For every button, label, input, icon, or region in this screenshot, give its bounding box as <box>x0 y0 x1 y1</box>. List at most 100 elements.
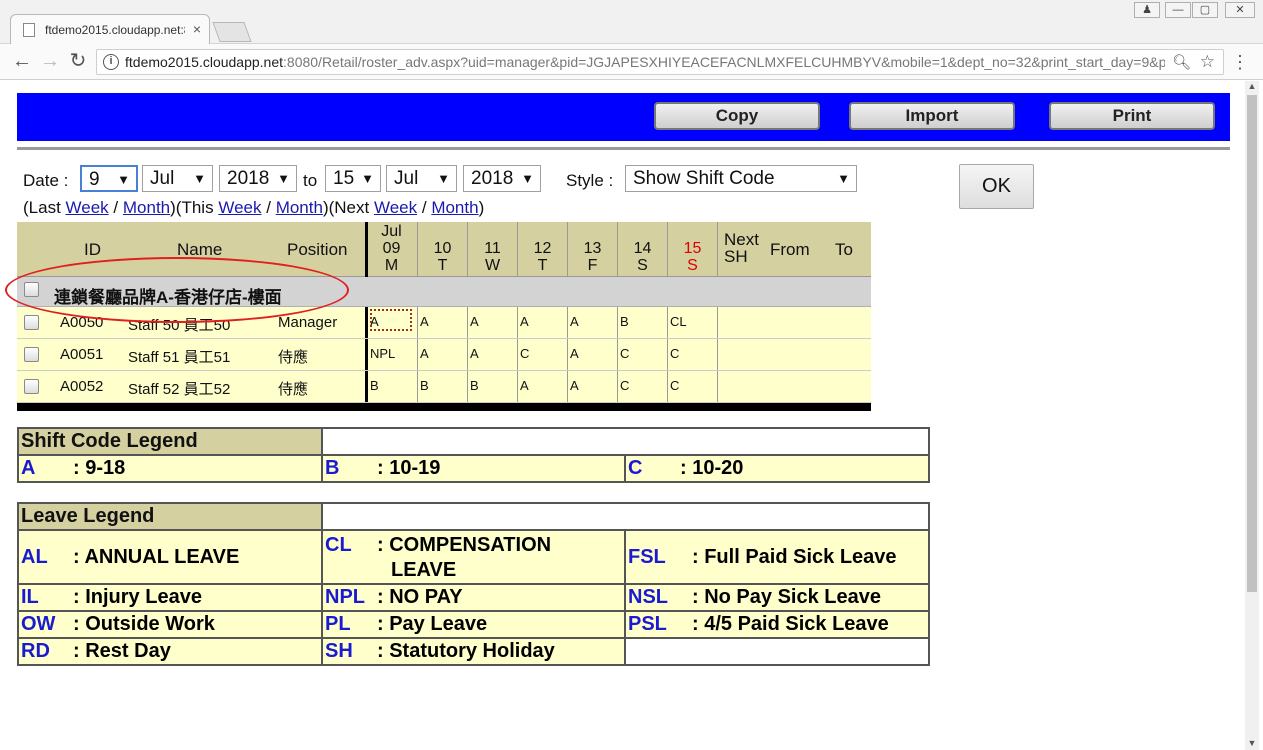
staff-id: A0050 <box>60 314 104 331</box>
new-tab-button[interactable] <box>212 22 252 42</box>
shift-cell[interactable]: A <box>417 339 467 370</box>
info-icon[interactable]: i <box>103 54 119 70</box>
shift-cell[interactable]: A <box>567 339 617 370</box>
row-checkbox[interactable] <box>24 379 39 394</box>
url-text[interactable]: ftdemo2015.cloudapp.net:8080/Retail/rost… <box>125 54 1165 70</box>
row-checkbox[interactable] <box>24 315 39 330</box>
next-sh-cell <box>717 371 871 402</box>
print-button[interactable]: Print <box>1049 102 1215 130</box>
roster-table: ID Name Position Jul 09 M 10 T 11 W 12 T 13 F … <box>17 222 871 411</box>
group-label: 連鎖餐廳品牌A-香港仔店-樓面 <box>54 288 282 307</box>
shift-cell[interactable]: C <box>517 339 567 370</box>
next-week-link[interactable]: Week <box>374 198 417 217</box>
legend-item: RD: Rest Day <box>17 637 323 666</box>
divider <box>17 147 1230 150</box>
shift-cell[interactable]: B <box>365 371 415 402</box>
day-header-2: 11 W <box>467 222 517 277</box>
browser-menu-icon[interactable]: ⋮ <box>1231 52 1249 73</box>
group-row: 連鎖餐廳品牌A-香港仔店-樓面 <box>17 277 871 307</box>
minimize-icon[interactable]: — <box>1165 2 1191 18</box>
shift-code-legend: Shift Code Legend A: 9-18 B: 10-19 C: 10… <box>17 427 930 483</box>
page-viewport: Copy Import Print Date : 9 ▼ Jul ▼ 2018 ▼ t… <box>0 81 1263 750</box>
scroll-up-icon[interactable]: ▲ <box>1245 81 1259 91</box>
scrollbar-thumb[interactable] <box>1247 95 1257 592</box>
next-month-link[interactable]: Month <box>431 198 478 217</box>
roster-header: ID Name Position Jul 09 M 10 T 11 W 12 T 13 F … <box>17 222 871 277</box>
legend-item: PSL: 4/5 Paid Sick Leave <box>624 610 930 639</box>
close-window-icon[interactable]: ✕ <box>1225 2 1255 18</box>
position-header: Position <box>287 240 348 259</box>
vertical-scrollbar[interactable]: ▲ ▼ <box>1245 81 1259 750</box>
profile-icon[interactable]: ♟ <box>1134 2 1160 18</box>
reload-icon[interactable]: ↻ <box>66 50 90 74</box>
start-month-select[interactable]: Jul ▼ <box>142 165 213 192</box>
group-checkbox[interactable] <box>24 282 39 297</box>
action-banner: Copy Import Print <box>17 93 1230 141</box>
ok-button[interactable]: OK <box>959 164 1034 209</box>
shift-cell[interactable]: C <box>667 371 717 402</box>
scroll-down-icon[interactable]: ▼ <box>1245 738 1259 748</box>
forward-arrow-icon[interactable]: → <box>38 50 62 74</box>
shift-cell[interactable]: A <box>467 339 517 370</box>
close-tab-icon[interactable]: × <box>193 21 201 37</box>
shift-cell[interactable]: B <box>617 307 667 338</box>
maximize-icon[interactable]: ▢ <box>1192 2 1218 18</box>
legend-item: C: 10-20 <box>624 454 930 483</box>
zoom-icon[interactable]: 🔍︎ <box>1172 53 1191 71</box>
back-arrow-icon[interactable]: ← <box>10 50 34 74</box>
dropdown-arrow-icon: ▼ <box>193 171 206 186</box>
next-sh-cell <box>717 307 871 338</box>
shift-cell[interactable]: C <box>667 339 717 370</box>
legend-item: NSL: No Pay Sick Leave <box>624 583 930 612</box>
shift-cell[interactable]: CL <box>667 307 717 338</box>
dropdown-arrow-icon: ▼ <box>117 172 130 187</box>
last-week-link[interactable]: Week <box>66 198 109 217</box>
staff-position: 侍應 <box>278 349 309 366</box>
staff-id: A0052 <box>60 378 104 395</box>
browser-tab[interactable]: ftdemo2015.cloudapp.net:8 × <box>10 14 210 44</box>
legend-item: PL: Pay Leave <box>321 610 626 639</box>
bookmark-star-icon[interactable]: ☆ <box>1200 52 1215 72</box>
staff-position: 侍應 <box>278 381 309 398</box>
shift-cell[interactable]: A <box>567 371 617 402</box>
shift-cell[interactable]: A <box>365 307 415 338</box>
address-bar[interactable]: i ftdemo2015.cloudapp.net:8080/Retail/ro… <box>96 49 1224 75</box>
shift-cell[interactable]: A <box>517 371 567 402</box>
shift-cell[interactable]: A <box>517 307 567 338</box>
shift-cell[interactable]: B <box>467 371 517 402</box>
end-month-select[interactable]: Jul ▼ <box>386 165 457 192</box>
tab-title: ftdemo2015.cloudapp.net:8 <box>45 23 185 37</box>
next-sh-cell <box>717 339 871 370</box>
this-month-link[interactable]: Month <box>276 198 323 217</box>
shift-cell[interactable]: C <box>617 339 667 370</box>
row-checkbox[interactable] <box>24 347 39 362</box>
shift-cell[interactable]: C <box>617 371 667 402</box>
end-year-select[interactable]: 2018 ▼ <box>463 165 541 192</box>
browser-tab-strip: ftdemo2015.cloudapp.net:8 × ♟ — ▢ ✕ <box>0 0 1263 44</box>
shift-cell[interactable]: A <box>417 307 467 338</box>
id-header: ID <box>84 240 101 259</box>
start-day-select[interactable]: 9 ▼ <box>80 165 138 192</box>
shift-cell[interactable]: A <box>467 307 517 338</box>
end-day-select[interactable]: 15 ▼ <box>325 165 381 192</box>
this-week-link[interactable]: Week <box>218 198 261 217</box>
legend-item: B: 10-19 <box>321 454 626 483</box>
shift-cell[interactable]: NPL <box>365 339 415 370</box>
next-sh-header-cell: Next SH From To <box>717 222 871 277</box>
start-year-select[interactable]: 2018 ▼ <box>219 165 297 192</box>
import-button[interactable]: Import <box>849 102 1015 130</box>
next-sh-header: Next SH <box>724 230 759 266</box>
style-select[interactable]: Show Shift Code ▼ <box>625 165 857 192</box>
staff-id: A0051 <box>60 346 104 363</box>
shift-legend-title: Shift Code Legend <box>17 427 323 456</box>
dropdown-arrow-icon: ▼ <box>837 171 850 186</box>
page-icon <box>23 23 35 37</box>
name-header: Name <box>177 240 223 259</box>
roster-footer-bar <box>17 403 871 411</box>
copy-button[interactable]: Copy <box>654 102 820 130</box>
last-month-link[interactable]: Month <box>123 198 170 217</box>
legend-item: FSL: Full Paid Sick Leave <box>624 529 930 585</box>
legend-item: NPL: NO PAY <box>321 583 626 612</box>
shift-cell[interactable]: B <box>417 371 467 402</box>
shift-cell[interactable]: A <box>567 307 617 338</box>
